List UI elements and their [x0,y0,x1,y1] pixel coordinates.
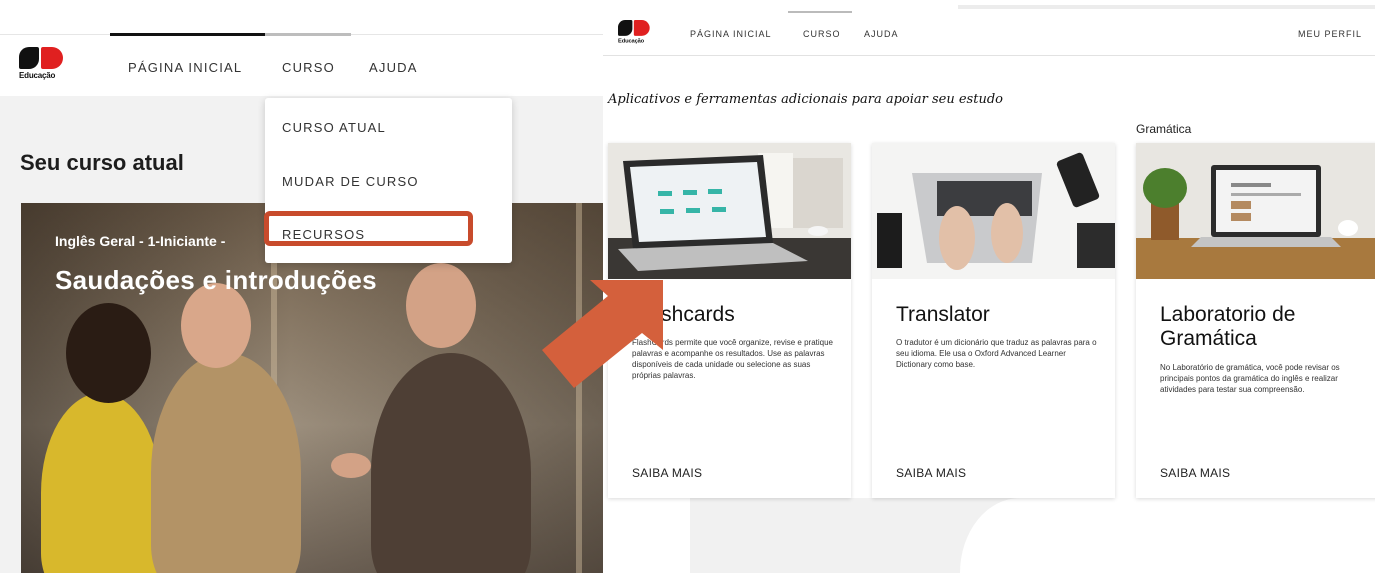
nav-curso[interactable]: CURSO [282,60,335,75]
hero-person-3-head [406,263,476,348]
left-top-nav: Educação PÁGINA INICIAL CURSO AJUDA [0,33,610,96]
menu-item-curso-atual[interactable]: CURSO ATUAL [282,120,386,135]
logo-text: Educação [618,37,645,44]
sp-educacao-logo[interactable]: Educação [618,20,650,44]
sp-logo-icon [19,47,63,69]
sp-logo-icon [618,20,650,36]
tutorial-arrow-icon [542,280,663,388]
nav-pagina-inicial[interactable]: PÁGINA INICIAL [128,60,242,75]
resources-intro-text: Aplicativos e ferramentas adicionais par… [608,92,1003,107]
saiba-mais-link[interactable]: SAIBA MAIS [896,466,966,480]
nav-ajuda[interactable]: AJUDA [369,60,418,75]
nav-curso[interactable]: CURSO [803,29,841,39]
recursos-highlight-box [264,211,473,246]
right-screenshot: Educação PÁGINA INICIAL CURSO AJUDA MEU … [603,0,1375,573]
menu-item-mudar-de-curso[interactable]: MUDAR DE CURSO [282,174,419,189]
resource-card-laboratorio-de-gramatica[interactable]: Laboratorio de Gramática No Laboratório … [1136,143,1375,498]
nav-progress-bar-light [265,33,351,36]
card-title[interactable]: Laboratorio de Gramática [1160,303,1370,351]
grammar-lab-thumbnail [1136,143,1375,279]
card-description: O tradutor é um dicionário que traduz as… [896,338,1097,369]
page-footer-background [690,498,1375,573]
sp-educacao-logo[interactable]: Educação [19,47,63,80]
nav-pagina-inicial[interactable]: PÁGINA INICIAL [690,29,772,39]
browser-strip [958,5,1375,9]
resource-card-translator[interactable]: Translator O tradutor é um dicionário qu… [872,143,1115,498]
hero-lesson-title: Saudações e introduções [55,265,377,295]
saiba-mais-link[interactable]: SAIBA MAIS [632,466,702,480]
card-description: No Laboratório de gramática, você pode r… [1160,363,1340,394]
nav-progress-bar [110,33,265,36]
card-title[interactable]: Translator [896,303,990,327]
nav-ajuda[interactable]: AJUDA [864,29,899,39]
saiba-mais-link[interactable]: SAIBA MAIS [1160,466,1230,480]
category-label: Gramática [1136,122,1192,136]
translator-thumbnail [872,143,1115,279]
hero-person-1-head [66,303,151,403]
composite-screenshot: Educação PÁGINA INICIAL CURSO AJUDA Seu … [0,0,1375,573]
hero-handshake [331,453,371,478]
flashcards-thumbnail [608,143,851,279]
page-title: Seu curso atual [20,150,184,175]
logo-text: Educação [19,71,56,80]
nav-meu-perfil[interactable]: MEU PERFIL [1298,29,1362,39]
nav-active-indicator [788,11,852,13]
hero-course-label: Inglês Geral - 1-Iniciante - [55,233,226,249]
right-top-nav: Educação PÁGINA INICIAL CURSO AJUDA MEU … [603,5,1375,56]
